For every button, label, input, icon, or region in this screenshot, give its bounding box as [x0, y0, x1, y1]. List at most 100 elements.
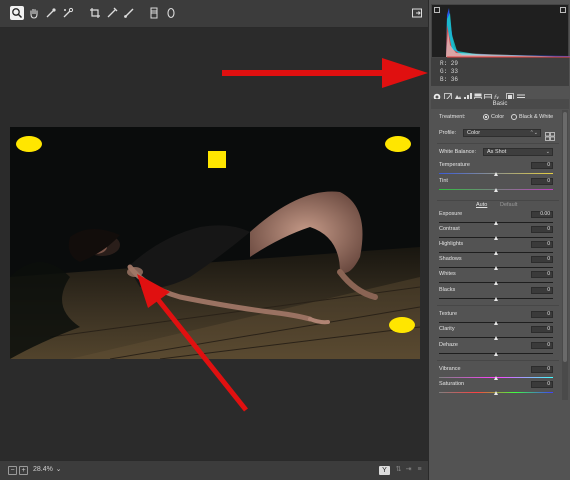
tone-curve-tab-icon[interactable] [444, 88, 452, 101]
g-value: G: 33 [440, 68, 459, 75]
texture-label: Texture [439, 311, 458, 317]
temperature-slider-thumb[interactable] [493, 172, 498, 176]
shadows-value-input[interactable]: 0 [531, 256, 553, 263]
chevron-down-icon: ⌄ [545, 149, 550, 155]
profile-browser-icon[interactable] [545, 128, 555, 141]
hand-icon[interactable] [27, 6, 41, 20]
contrast-label: Contrast [439, 226, 460, 232]
section-title: Basic [431, 99, 569, 109]
dehaze-label: Dehaze [439, 342, 458, 348]
photo-image [10, 127, 420, 359]
divider [437, 200, 559, 201]
spot-removal-icon[interactable] [105, 6, 119, 20]
auto-button[interactable]: Auto [476, 202, 487, 208]
panel-tabs: fx [431, 88, 569, 102]
image-canvas[interactable] [0, 28, 428, 460]
before-after-toggle[interactable]: Y [379, 466, 390, 475]
whites-slider-thumb[interactable] [493, 281, 498, 285]
exposure-slider-thumb[interactable] [493, 221, 498, 225]
highlights-slider-thumb[interactable] [493, 251, 498, 255]
texture-value-input[interactable]: 0 [531, 311, 553, 318]
panel-scrollbar[interactable] [562, 110, 568, 400]
highlights-label: Highlights [439, 241, 464, 247]
open-preferences-icon[interactable] [410, 6, 424, 20]
temperature-label: Temperature [439, 162, 470, 168]
saturation-label: Saturation [439, 381, 465, 387]
clarity-label: Clarity [439, 326, 455, 332]
split-toning-tab-icon[interactable] [474, 88, 482, 101]
treatment-color-label: Color [491, 114, 505, 120]
toolbar [0, 0, 428, 28]
shadows-label: Shadows [439, 256, 462, 262]
shadows-slider-thumb[interactable] [493, 266, 498, 270]
right-panel: R: 29 G: 33 B: 36 fx Basic Treatment: Co… [428, 0, 570, 480]
lens-tab-icon[interactable] [484, 88, 492, 100]
vibrance-slider-thumb[interactable] [493, 376, 498, 380]
presets-tab-icon[interactable] [517, 88, 525, 101]
effects-tab-icon[interactable]: fx [494, 88, 502, 102]
tint-slider-thumb[interactable] [493, 188, 498, 192]
zoom-dropdown-icon[interactable]: ⌄ [54, 466, 63, 475]
texture-slider-thumb[interactable] [493, 321, 498, 325]
divider [437, 305, 559, 306]
clarity-slider-thumb[interactable] [493, 336, 498, 340]
highlights-value-input[interactable]: 0 [531, 241, 553, 248]
profile-label: Profile: [439, 130, 457, 136]
white-balance-value: As Shot [487, 149, 507, 155]
tint-label: Tint [439, 178, 448, 184]
crop-icon[interactable] [88, 6, 102, 20]
saturation-value-input[interactable]: 0 [531, 381, 553, 388]
panel-scrollbar-thumb[interactable] [563, 112, 567, 362]
radial-filter-icon[interactable] [164, 6, 178, 20]
treatment-bw-label: Black & White [519, 114, 554, 120]
swap-settings-icon[interactable]: ⇅ [394, 466, 403, 475]
white-balance-icon[interactable] [44, 6, 58, 20]
exposure-value-input[interactable]: 0.00 [531, 211, 553, 218]
blacks-slider-thumb[interactable] [493, 297, 498, 301]
hsl-tab-icon[interactable] [464, 88, 472, 101]
exposure-label: Exposure [439, 211, 463, 217]
white-balance-dropdown[interactable]: As Shot ⌄ [483, 148, 553, 156]
adjustment-brush-icon[interactable] [122, 6, 136, 20]
graduated-filter-icon[interactable] [147, 6, 161, 20]
blacks-label: Blacks [439, 287, 456, 293]
copy-settings-icon[interactable]: ⇥ [404, 466, 413, 475]
profile-value: Color [467, 130, 481, 136]
histogram [431, 4, 570, 58]
whites-label: Whites [439, 271, 456, 277]
treatment-bw-radio[interactable] [511, 114, 517, 120]
zoom-in-button[interactable]: + [19, 466, 28, 475]
r-value: R: 29 [440, 60, 459, 67]
contrast-value-input[interactable]: 0 [531, 226, 553, 233]
default-button[interactable]: Default [500, 202, 517, 208]
saturation-slider-thumb[interactable] [493, 391, 498, 395]
vibrance-value-input[interactable]: 0 [531, 366, 553, 373]
rgb-readout: R: 29 G: 33 B: 36 [431, 58, 569, 86]
zoom-out-button[interactable]: − [8, 466, 17, 475]
tint-value-input[interactable]: 0 [531, 178, 553, 185]
clarity-value-input[interactable]: 0 [531, 326, 553, 333]
chevron-down-icon: ⌃⌄ [529, 130, 538, 136]
detail-tab-icon[interactable] [454, 88, 462, 101]
basic-tab-icon[interactable] [433, 88, 441, 101]
zoom-icon[interactable] [10, 6, 24, 20]
dehaze-value-input[interactable]: 0 [531, 342, 553, 349]
treatment-label: Treatment: [439, 114, 466, 120]
profile-dropdown[interactable]: Color ⌃⌄ [463, 129, 541, 137]
preview-settings-icon[interactable]: ≡ [415, 466, 424, 475]
dehaze-slider-thumb[interactable] [493, 352, 498, 356]
blacks-value-input[interactable]: 0 [531, 287, 553, 294]
treatment-color-radio[interactable] [483, 114, 489, 120]
contrast-slider-thumb[interactable] [493, 236, 498, 240]
calibration-tab-icon[interactable] [506, 88, 514, 101]
temperature-value-input[interactable]: 0 [531, 162, 553, 169]
whites-value-input[interactable]: 0 [531, 271, 553, 278]
status-bar: − + 28.4% ⌄ Y ⇅ ⇥ ≡ [0, 460, 428, 480]
divider [437, 143, 559, 144]
b-value: B: 36 [440, 76, 459, 83]
divider [437, 360, 559, 361]
color-sampler-icon[interactable] [61, 6, 75, 20]
photo-preview[interactable] [10, 127, 420, 359]
white-balance-label: White Balance: [439, 149, 476, 155]
zoom-level: 28.4% [33, 466, 53, 473]
